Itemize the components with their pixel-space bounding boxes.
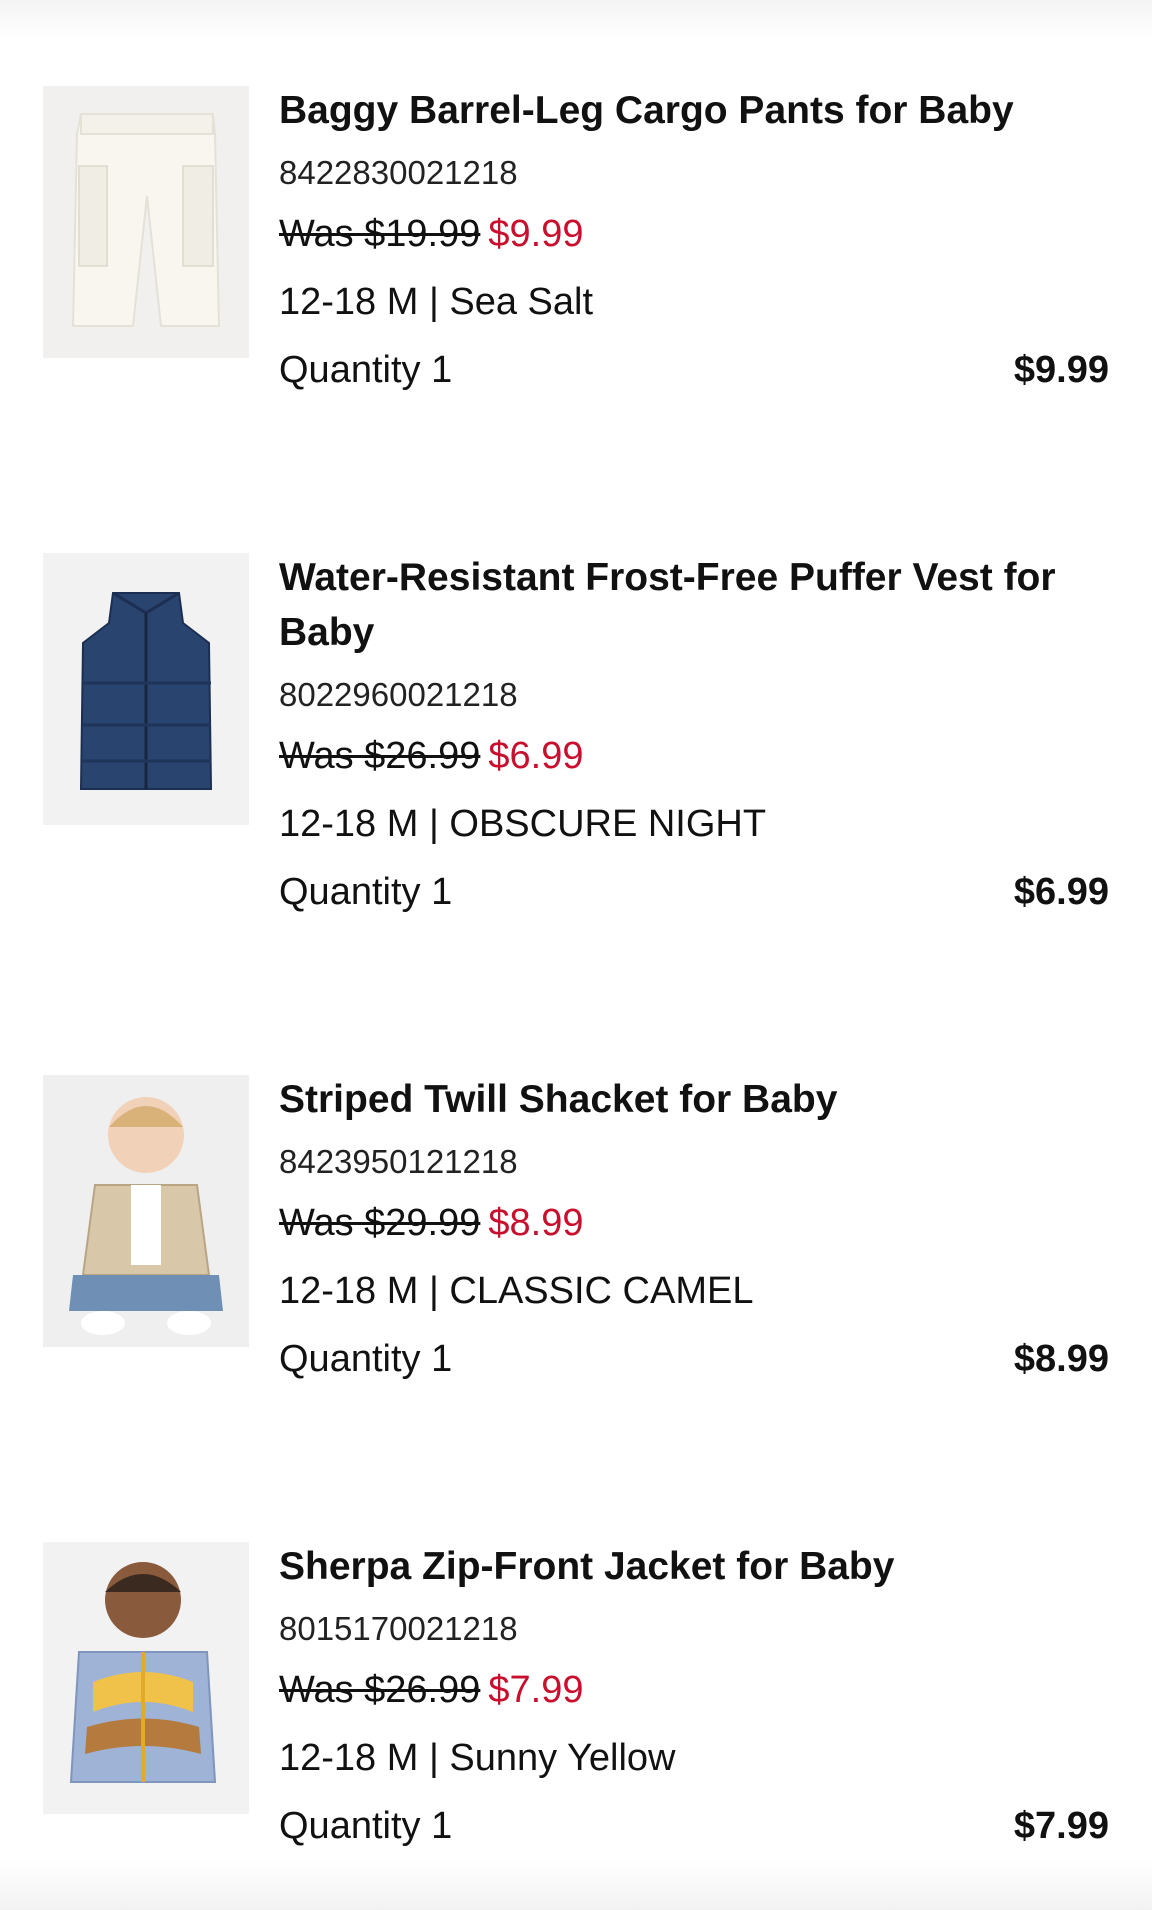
product-sku: 8022960021218 (279, 676, 518, 713)
was-price: Was $26.99 (279, 1669, 481, 1711)
line-total: $8.99 (1013, 1338, 1109, 1380)
product-title[interactable]: Sherpa Zip-Front Jacket for Baby (279, 1539, 1109, 1594)
cart-item-list: Baggy Barrel-Leg Cargo Pants for Baby 84… (0, 0, 1152, 1910)
quantity-row: Quantity 1 $8.99 (279, 1337, 1109, 1381)
line-total: $7.99 (1013, 1805, 1109, 1847)
price-row: Was $19.99 $9.99 (279, 212, 1109, 256)
quantity-label: Quantity 1 (279, 1338, 453, 1380)
quantity-row: Quantity 1 $9.99 (279, 348, 1109, 392)
quantity-label: Quantity 1 (279, 349, 453, 391)
product-title[interactable]: Striped Twill Shacket for Baby (279, 1072, 1109, 1127)
product-sku: 8423950121218 (279, 1143, 518, 1180)
sale-price: $9.99 (488, 213, 584, 255)
product-variant: 12-18 M | Sunny Yellow (279, 1737, 676, 1779)
quantity-label: Quantity 1 (279, 871, 453, 913)
was-price: Was $19.99 (279, 213, 481, 255)
product-variant: 12-18 M | Sea Salt (279, 281, 594, 323)
sale-price: $7.99 (488, 1669, 584, 1711)
price-row: Was $26.99 $7.99 (279, 1668, 1109, 1712)
line-total: $9.99 (1013, 349, 1109, 391)
line-total: $6.99 (1013, 871, 1109, 913)
cargo-pants-image[interactable] (43, 86, 249, 358)
quantity-row: Quantity 1 $7.99 (279, 1804, 1109, 1848)
puffer-vest-image[interactable] (43, 553, 249, 825)
sale-price: $6.99 (488, 735, 584, 777)
product-title[interactable]: Baggy Barrel-Leg Cargo Pants for Baby (279, 83, 1109, 138)
was-price: Was $26.99 (279, 735, 481, 777)
was-price: Was $29.99 (279, 1202, 481, 1244)
sale-price: $8.99 (488, 1202, 584, 1244)
quantity-row: Quantity 1 $6.99 (279, 870, 1109, 914)
quantity-label: Quantity 1 (279, 1805, 453, 1847)
cargo-pants-icon (43, 86, 249, 358)
product-variant: 12-18 M | OBSCURE NIGHT (279, 803, 767, 845)
price-row: Was $26.99 $6.99 (279, 734, 1109, 778)
product-title[interactable]: Water-Resistant Frost-Free Puffer Vest f… (279, 550, 1109, 660)
product-sku: 8422830021218 (279, 154, 518, 191)
sherpa-jacket-image[interactable] (43, 1542, 249, 1814)
shacket-baby-image[interactable] (43, 1075, 249, 1347)
price-row: Was $29.99 $8.99 (279, 1201, 1109, 1245)
product-variant: 12-18 M | CLASSIC CAMEL (279, 1270, 754, 1312)
shacket-baby-icon (43, 1075, 249, 1347)
product-sku: 8015170021218 (279, 1610, 518, 1647)
puffer-vest-icon (43, 553, 249, 825)
sherpa-jacket-icon (43, 1542, 249, 1814)
